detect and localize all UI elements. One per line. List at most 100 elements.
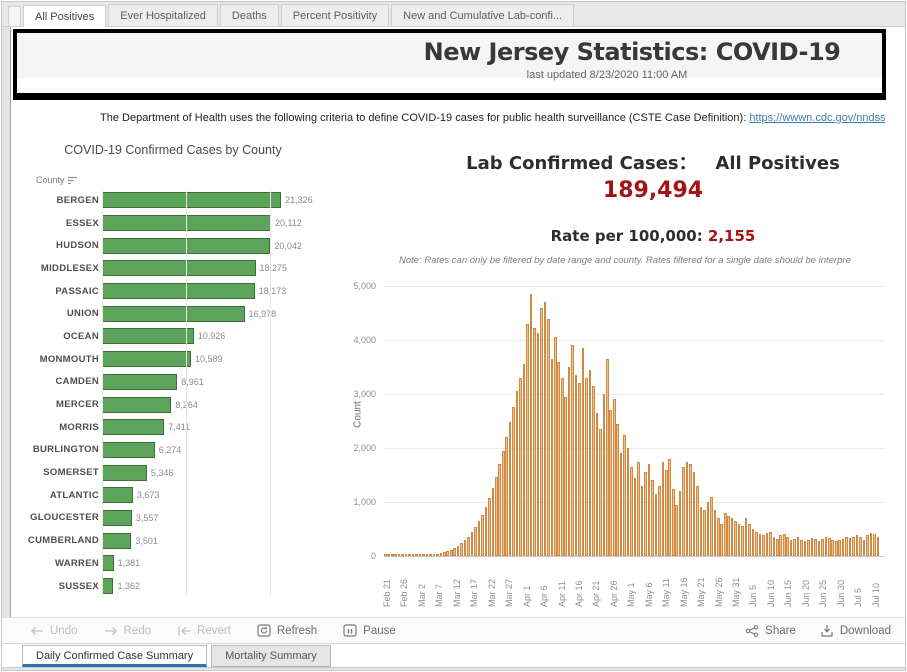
daily-bar[interactable] — [779, 535, 782, 556]
tab-percent-positivity[interactable]: Percent Positivity — [281, 4, 389, 26]
redo-button[interactable]: Redo — [104, 625, 152, 637]
daily-bar[interactable] — [786, 537, 789, 556]
tab-deaths[interactable]: Deaths — [220, 4, 279, 26]
daily-bar[interactable] — [655, 494, 658, 556]
daily-bar[interactable] — [561, 378, 564, 556]
county-bar[interactable] — [102, 374, 177, 390]
daily-bar[interactable] — [731, 518, 734, 556]
daily-bar[interactable] — [405, 554, 408, 556]
daily-bar[interactable] — [710, 497, 713, 556]
daily-bar[interactable] — [554, 337, 557, 556]
daily-bar[interactable] — [835, 541, 838, 556]
daily-bar[interactable] — [870, 533, 873, 556]
daily-bar[interactable] — [672, 489, 675, 557]
daily-bar[interactable] — [675, 505, 678, 556]
daily-bar[interactable] — [720, 524, 723, 556]
daily-bar[interactable] — [651, 480, 654, 556]
daily-bar[interactable] — [752, 529, 755, 556]
county-bar[interactable] — [102, 306, 245, 322]
daily-bar[interactable] — [498, 464, 501, 556]
daily-bar[interactable] — [852, 537, 855, 556]
daily-bar[interactable] — [734, 521, 737, 556]
daily-bar[interactable] — [818, 541, 821, 556]
daily-bar[interactable] — [738, 524, 741, 556]
daily-bar[interactable] — [537, 333, 540, 556]
cste-definition-link[interactable]: https://wwwn.cdc.gov/nndss/ — [749, 112, 885, 124]
refresh-button[interactable]: Refresh — [257, 624, 317, 637]
tab-new-cumulative[interactable]: New and Cumulative Lab-confi... — [391, 4, 574, 26]
daily-bar[interactable] — [471, 532, 474, 556]
daily-bar[interactable] — [582, 348, 585, 556]
daily-bar[interactable] — [460, 543, 463, 556]
county-column-header[interactable]: County — [36, 175, 78, 185]
daily-bar[interactable] — [686, 462, 689, 557]
daily-bar[interactable] — [828, 538, 831, 556]
daily-bar[interactable] — [443, 552, 446, 556]
daily-bar[interactable] — [613, 399, 616, 556]
daily-bar[interactable] — [492, 488, 495, 556]
county-bar[interactable] — [102, 260, 256, 276]
daily-bar[interactable] — [766, 533, 769, 556]
county-bar[interactable] — [102, 533, 131, 549]
daily-bar[interactable] — [433, 554, 436, 556]
daily-bar[interactable] — [488, 498, 491, 556]
revert-button[interactable]: Revert — [177, 625, 231, 637]
county-bar[interactable] — [102, 419, 164, 435]
daily-bar[interactable] — [495, 477, 498, 556]
share-button[interactable]: Share — [745, 625, 796, 637]
daily-bar[interactable] — [842, 539, 845, 556]
daily-bar[interactable] — [547, 319, 550, 556]
daily-bar[interactable] — [859, 537, 862, 556]
daily-bar[interactable] — [609, 410, 612, 556]
tab-ever-hospitalized[interactable]: Ever Hospitalized — [108, 4, 218, 26]
county-bar[interactable] — [102, 283, 255, 299]
daily-bar[interactable] — [530, 294, 533, 556]
daily-bar[interactable] — [603, 394, 606, 556]
daily-bar[interactable] — [398, 554, 401, 556]
daily-bar[interactable] — [863, 540, 866, 556]
daily-bar[interactable] — [589, 370, 592, 556]
daily-bar[interactable] — [831, 540, 834, 556]
county-bar[interactable] — [102, 555, 114, 571]
daily-bar[interactable] — [408, 554, 411, 556]
daily-bar[interactable] — [387, 554, 390, 556]
daily-bar[interactable] — [877, 537, 880, 556]
daily-bar[interactable] — [429, 554, 432, 556]
daily-bar[interactable] — [620, 453, 623, 556]
daily-bar[interactable] — [727, 516, 730, 557]
daily-bar[interactable] — [644, 472, 647, 556]
daily-bar[interactable] — [412, 554, 415, 556]
daily-bar[interactable] — [557, 362, 560, 556]
pause-button[interactable]: Pause — [343, 624, 396, 637]
daily-bar[interactable] — [426, 554, 429, 556]
daily-bar[interactable] — [630, 467, 633, 556]
sort-icon[interactable] — [68, 176, 78, 185]
daily-bar[interactable] — [467, 537, 470, 556]
daily-bar[interactable] — [419, 554, 422, 556]
daily-bar[interactable] — [519, 378, 522, 556]
daily-bar[interactable] — [821, 539, 824, 556]
daily-bar[interactable] — [505, 437, 508, 556]
daily-bar[interactable] — [592, 386, 595, 556]
county-bar[interactable] — [102, 465, 147, 481]
daily-bar[interactable] — [873, 534, 876, 556]
daily-bar[interactable] — [825, 537, 828, 556]
county-bar[interactable] — [102, 442, 155, 458]
daily-bar[interactable] — [568, 367, 571, 556]
daily-bar[interactable] — [401, 554, 404, 556]
daily-bar[interactable] — [533, 328, 536, 556]
daily-bar[interactable] — [776, 539, 779, 556]
daily-bar[interactable] — [717, 518, 720, 556]
daily-bar[interactable] — [679, 491, 682, 556]
daily-bar[interactable] — [599, 429, 602, 556]
daily-bar[interactable] — [634, 478, 637, 556]
county-bar[interactable] — [102, 397, 171, 413]
county-bar[interactable] — [102, 351, 191, 367]
daily-bar[interactable] — [783, 534, 786, 556]
daily-bar[interactable] — [741, 526, 744, 556]
undo-button[interactable]: Undo — [30, 625, 78, 637]
daily-bar[interactable] — [682, 467, 685, 556]
daily-bar[interactable] — [512, 407, 515, 556]
county-bar[interactable] — [102, 328, 194, 344]
daily-bar[interactable] — [668, 459, 671, 556]
